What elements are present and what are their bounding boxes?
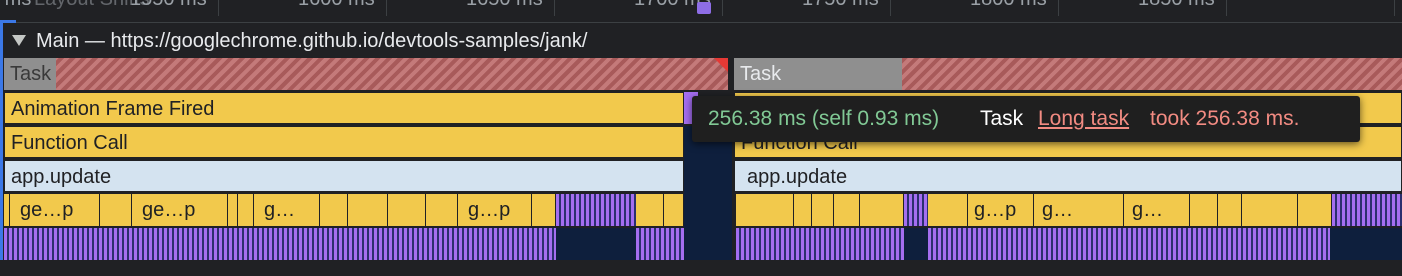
- app-update-bar[interactable]: app.update: [734, 160, 1402, 192]
- ruler-tick-line: [1058, 0, 1059, 16]
- ruler-tick-line: [386, 0, 387, 16]
- function-bar[interactable]: [1242, 194, 1298, 226]
- ruler-tick: 1750 ms: [802, 0, 879, 11]
- idle-block: [1330, 228, 1402, 260]
- task-label: Task: [10, 63, 52, 85]
- ruler-tick: 1550 ms: [130, 0, 207, 11]
- long-task-corner-icon: [714, 58, 728, 72]
- layout-shift-marker[interactable]: [697, 2, 711, 14]
- event-label: g…p: [468, 199, 511, 221]
- function-bar[interactable]: g…: [1034, 194, 1124, 226]
- function-bar[interactable]: ge…p: [10, 194, 100, 226]
- microtask-strip: [736, 228, 904, 260]
- ruler-tick-line: [722, 0, 723, 16]
- function-bar[interactable]: [100, 194, 132, 226]
- function-bar[interactable]: ge…p: [132, 194, 228, 226]
- function-bar[interactable]: [228, 194, 238, 226]
- main-track-title: Main — https://googlechrome.github.io/de…: [36, 30, 588, 52]
- function-bar[interactable]: [388, 194, 426, 226]
- task-bar-long[interactable]: Task: [734, 58, 1402, 90]
- function-bar[interactable]: g…p: [458, 194, 532, 226]
- function-bar[interactable]: [320, 194, 348, 226]
- function-bar[interactable]: [1298, 194, 1332, 226]
- event-label: g…p: [974, 199, 1017, 221]
- idle-block: [904, 228, 928, 260]
- ruler-tick-line: [1226, 0, 1227, 16]
- event-label: app.update: [747, 166, 848, 188]
- event-label: g…: [1042, 199, 1074, 221]
- microtask-strip: [636, 228, 684, 260]
- tooltip-event-name: Task: [980, 107, 1024, 130]
- long-task-hatch: [56, 58, 728, 90]
- function-bar[interactable]: [736, 194, 794, 226]
- microtask-strip: [4, 228, 556, 260]
- ruler-tick-line: [1394, 0, 1395, 16]
- ruler-tick: 1600 ms: [298, 0, 375, 11]
- selection-accent: [0, 20, 3, 260]
- main-track-header[interactable]: Main — https://googlechrome.github.io/de…: [0, 22, 1402, 59]
- event-label: ge…p: [20, 199, 74, 221]
- ruler-tick: 1800 ms: [970, 0, 1047, 11]
- function-bar[interactable]: [348, 194, 388, 226]
- function-bar[interactable]: [928, 194, 968, 226]
- function-bar[interactable]: [664, 194, 684, 226]
- function-bar[interactable]: g…p: [968, 194, 1034, 226]
- function-bar[interactable]: [532, 194, 556, 226]
- event-label: Function Call: [11, 132, 128, 154]
- function-bar[interactable]: [636, 194, 664, 226]
- function-bar[interactable]: [1218, 194, 1242, 226]
- function-bar[interactable]: g…: [1124, 194, 1190, 226]
- ruler-tick: 5 ms: [0, 0, 31, 11]
- event-label: ge…p: [142, 199, 196, 221]
- function-bar[interactable]: [1190, 194, 1218, 226]
- expand-triangle-icon[interactable]: [12, 35, 26, 46]
- selection-accent-top: [0, 20, 16, 23]
- event-label: Animation Frame Fired: [11, 98, 215, 120]
- idle-gap: [684, 126, 732, 260]
- tooltip-warning-text: took 256.38 ms.: [1150, 107, 1300, 130]
- animation-frame-fired-bar[interactable]: Animation Frame Fired: [4, 92, 684, 124]
- microtask-strip: [556, 194, 636, 226]
- ruler-tick-line: [218, 0, 219, 16]
- task-tooltip: 256.38 ms (self 0.93 ms) Task Long task …: [692, 96, 1360, 142]
- task-label: Task: [740, 63, 782, 85]
- function-bar[interactable]: [238, 194, 254, 226]
- event-label: g…: [264, 199, 296, 221]
- function-bar[interactable]: [426, 194, 458, 226]
- microtask-strip: [904, 194, 928, 226]
- long-task-link[interactable]: Long task: [1038, 107, 1129, 131]
- task-bar-long[interactable]: Task: [4, 58, 728, 90]
- event-label: app.update: [11, 166, 112, 188]
- idle-block: [556, 228, 636, 260]
- ruler-tick-line: [890, 0, 891, 16]
- function-call-bar[interactable]: Function Call: [4, 126, 684, 158]
- ruler-tick: 1650 ms: [466, 0, 543, 11]
- ruler-tick: 1850 ms: [1138, 0, 1215, 11]
- long-task-hatch: [902, 58, 1402, 90]
- microtask-strip: [1332, 194, 1402, 226]
- microtask-strip: [928, 228, 1330, 260]
- function-bar[interactable]: [834, 194, 860, 226]
- function-bar[interactable]: [794, 194, 812, 226]
- app-update-bar[interactable]: app.update: [4, 160, 684, 192]
- function-bar[interactable]: [860, 194, 904, 226]
- function-bar[interactable]: [812, 194, 834, 226]
- function-bar[interactable]: g…: [254, 194, 320, 226]
- ruler-tick-line: [554, 0, 555, 16]
- tooltip-duration: 256.38 ms (self 0.93 ms): [708, 107, 940, 130]
- event-label: g…: [1132, 199, 1164, 221]
